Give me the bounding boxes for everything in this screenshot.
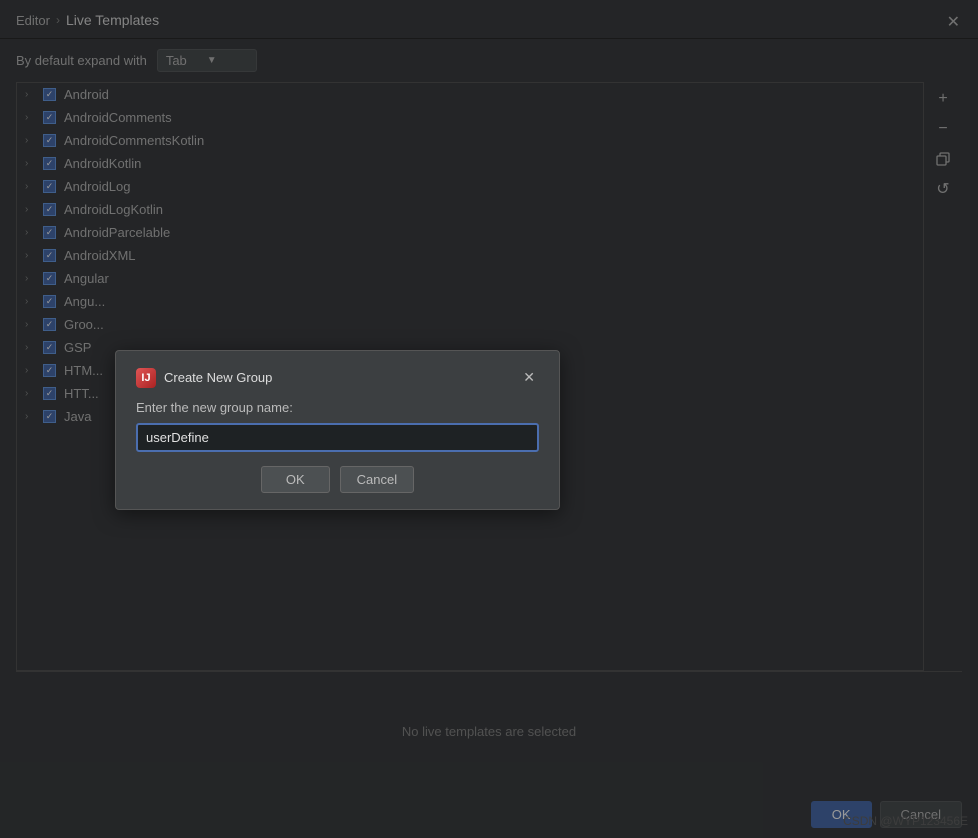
modal-cancel-button[interactable]: Cancel (340, 466, 414, 493)
create-group-dialog: IJ Create New Group ✕ Enter the new grou… (115, 350, 560, 510)
modal-title-row: IJ Create New Group (136, 368, 272, 388)
modal-input-label: Enter the new group name: (136, 400, 539, 415)
modal-icon-text: IJ (141, 372, 150, 384)
modal-title: Create New Group (164, 370, 272, 385)
modal-app-icon: IJ (136, 368, 156, 388)
group-name-input[interactable] (136, 423, 539, 452)
modal-titlebar: IJ Create New Group ✕ (136, 367, 539, 388)
modal-buttons-area: OK Cancel (136, 466, 539, 493)
modal-close-button[interactable]: ✕ (519, 367, 539, 388)
modal-overlay: IJ Create New Group ✕ Enter the new grou… (0, 0, 978, 838)
modal-ok-button[interactable]: OK (261, 466, 330, 493)
